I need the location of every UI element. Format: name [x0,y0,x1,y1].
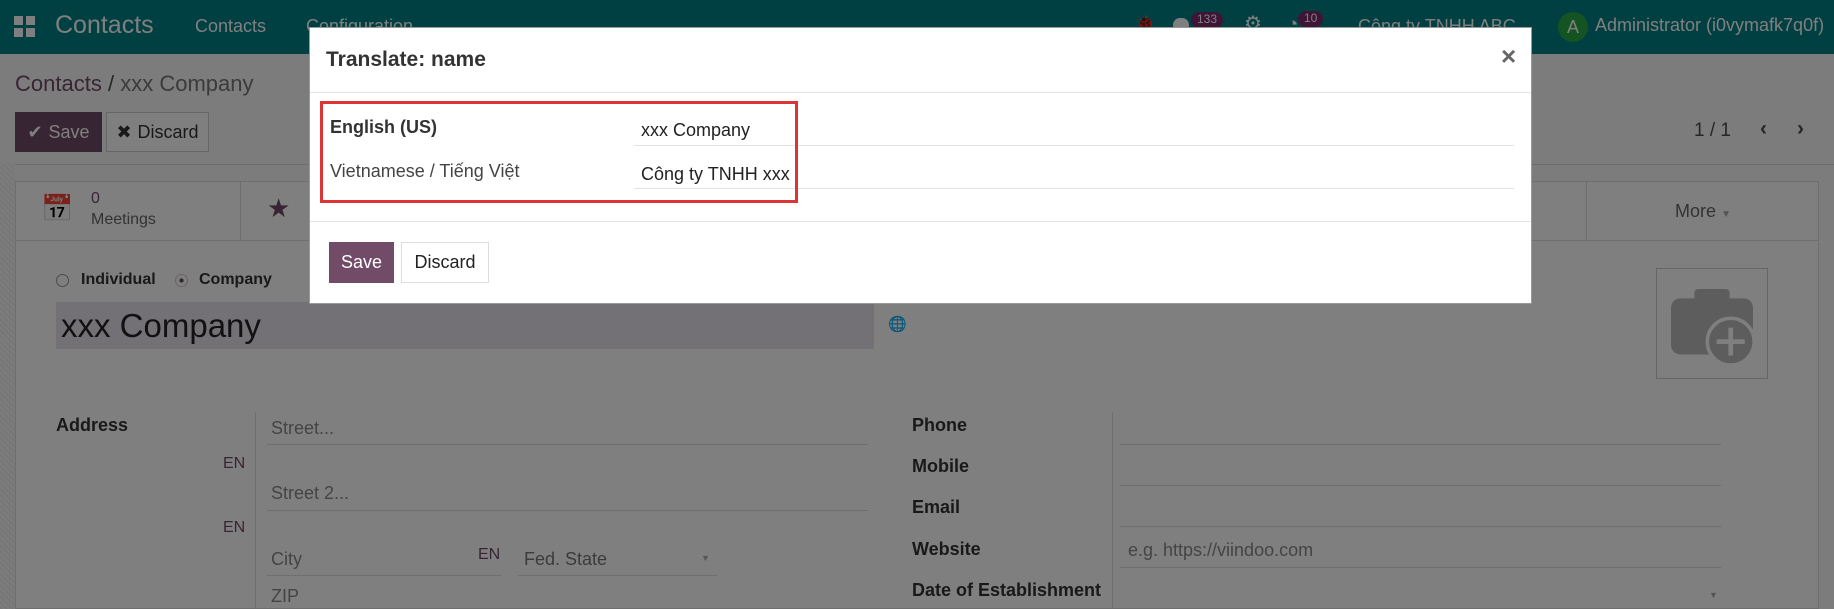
divider [310,221,1531,222]
dialog-discard-button[interactable]: Discard [401,242,489,283]
divider [310,92,1531,93]
page: Contacts Contacts Configuration 🐞 133 ⚙ … [0,0,1834,609]
dialog-title: Translate: name [326,48,486,71]
highlight-annotation-box [320,101,798,203]
close-icon[interactable]: × [1501,41,1516,72]
dialog-save-button[interactable]: Save [329,242,394,283]
